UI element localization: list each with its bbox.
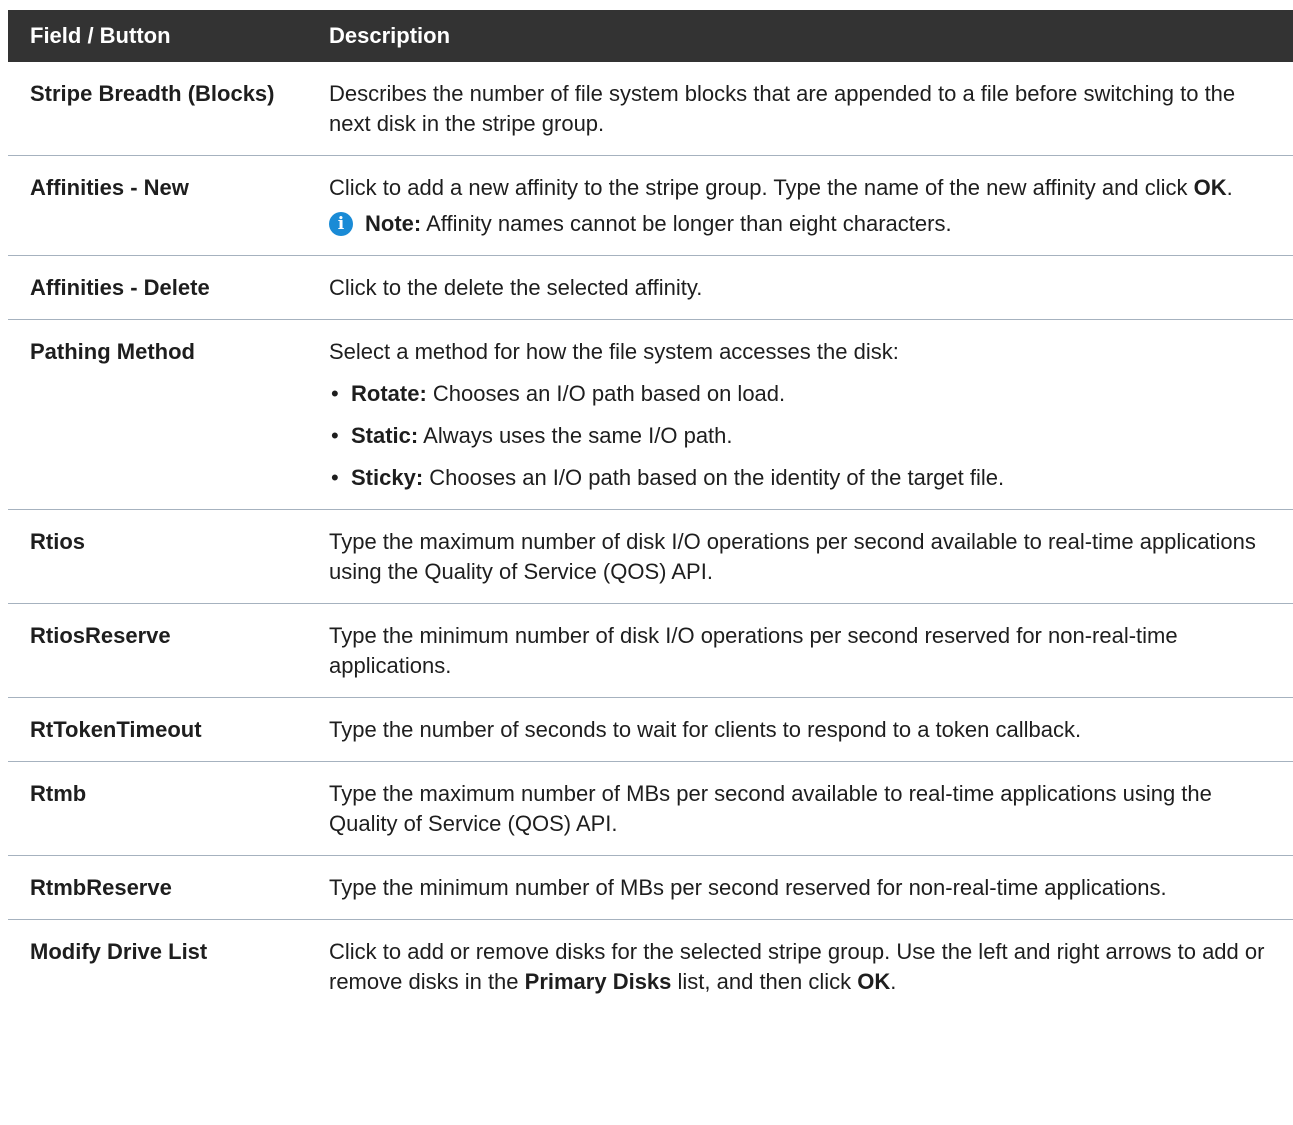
field-description: Describes the number of file system bloc…	[316, 62, 1293, 156]
note-body: Affinity names cannot be longer than eig…	[421, 211, 952, 236]
field-name: RtTokenTimeout	[8, 697, 316, 762]
field-name: Modify Drive List	[30, 939, 208, 964]
table-row: RtmbReserve Type the minimum number of M…	[8, 855, 1293, 920]
table-row: Rtios Type the maximum number of disk I/…	[8, 509, 1293, 604]
table-header-row: Field / Button Description	[8, 10, 1293, 62]
list-item: Rotate: Chooses an I/O path based on loa…	[329, 379, 1273, 409]
field-description: Click to add or remove disks for the sel…	[316, 920, 1293, 1014]
option-label: Static:	[351, 423, 419, 448]
table-row: Modify Drive List Click to add or remove…	[8, 920, 1293, 1014]
list-item: Sticky: Chooses an I/O path based on the…	[329, 463, 1273, 493]
description-text-part: .	[1226, 175, 1233, 200]
field-description: Click to add a new affinity to the strip…	[316, 155, 1293, 256]
field-description: Type the minimum number of disk I/O oper…	[316, 603, 1293, 698]
pathing-options-list: Rotate: Chooses an I/O path based on loa…	[329, 379, 1273, 493]
option-text: Always uses the same I/O path.	[418, 423, 733, 448]
field-name: Rtmb	[8, 761, 316, 856]
description-text-part: Click to add a new affinity to the strip…	[329, 175, 1194, 200]
description-text-part: .	[890, 969, 897, 994]
field-name: Affinities - Delete	[8, 255, 316, 320]
primary-disks-term: Primary Disks	[524, 969, 672, 994]
field-description: Click to the delete the selected affinit…	[316, 255, 1293, 320]
info-icon: i	[329, 212, 353, 236]
field-description: Select a method for how the file system …	[316, 319, 1293, 510]
note-label: Note:	[365, 211, 422, 236]
description-text: Select a method for how the file system …	[329, 339, 899, 364]
option-text: Chooses an I/O path based on the identit…	[423, 465, 1005, 490]
description-text: Click to add a new affinity to the strip…	[329, 173, 1273, 203]
note: i Note: Affinity names cannot be longer …	[329, 209, 1273, 239]
option-text: Chooses an I/O path based on load.	[426, 381, 786, 406]
field-name: Stripe Breadth (Blocks)	[8, 62, 316, 156]
table-row: Affinities - Delete Click to the delete …	[8, 255, 1293, 320]
field-name: Affinities - New	[8, 155, 316, 256]
table-row: Pathing Method Select a method for how t…	[8, 319, 1293, 510]
field-description: Type the maximum number of MBs per secon…	[316, 761, 1293, 856]
table-row: RtiosReserve Type the minimum number of …	[8, 603, 1293, 698]
table-row: Stripe Breadth (Blocks) Describes the nu…	[8, 62, 1293, 156]
table-row: Rtmb Type the maximum number of MBs per …	[8, 761, 1293, 856]
ok-term: OK	[857, 969, 891, 994]
field-name: Pathing Method	[8, 319, 316, 510]
field-description: Type the number of seconds to wait for c…	[316, 697, 1293, 762]
option-label: Rotate:	[351, 381, 427, 406]
field-name: RtmbReserve	[8, 855, 316, 920]
field-description-table: Field / Button Description Stripe Breadt…	[8, 10, 1293, 1013]
field-description: Type the minimum number of MBs per secon…	[316, 855, 1293, 920]
option-label: Sticky:	[351, 465, 424, 490]
header-description: Description	[316, 10, 1293, 62]
table-row: RtTokenTimeout Type the number of second…	[8, 697, 1293, 762]
header-field: Field / Button	[8, 10, 316, 62]
field-name: Rtios	[8, 509, 316, 604]
description-text-part: list, and then click	[671, 969, 858, 994]
field-description: Type the maximum number of disk I/O oper…	[316, 509, 1293, 604]
list-item: Static: Always uses the same I/O path.	[329, 421, 1273, 451]
note-text: Note: Affinity names cannot be longer th…	[365, 209, 952, 239]
table-row: Affinities - New Click to add a new affi…	[8, 155, 1293, 256]
ok-term: OK	[1193, 175, 1227, 200]
field-name: RtiosReserve	[8, 603, 316, 698]
